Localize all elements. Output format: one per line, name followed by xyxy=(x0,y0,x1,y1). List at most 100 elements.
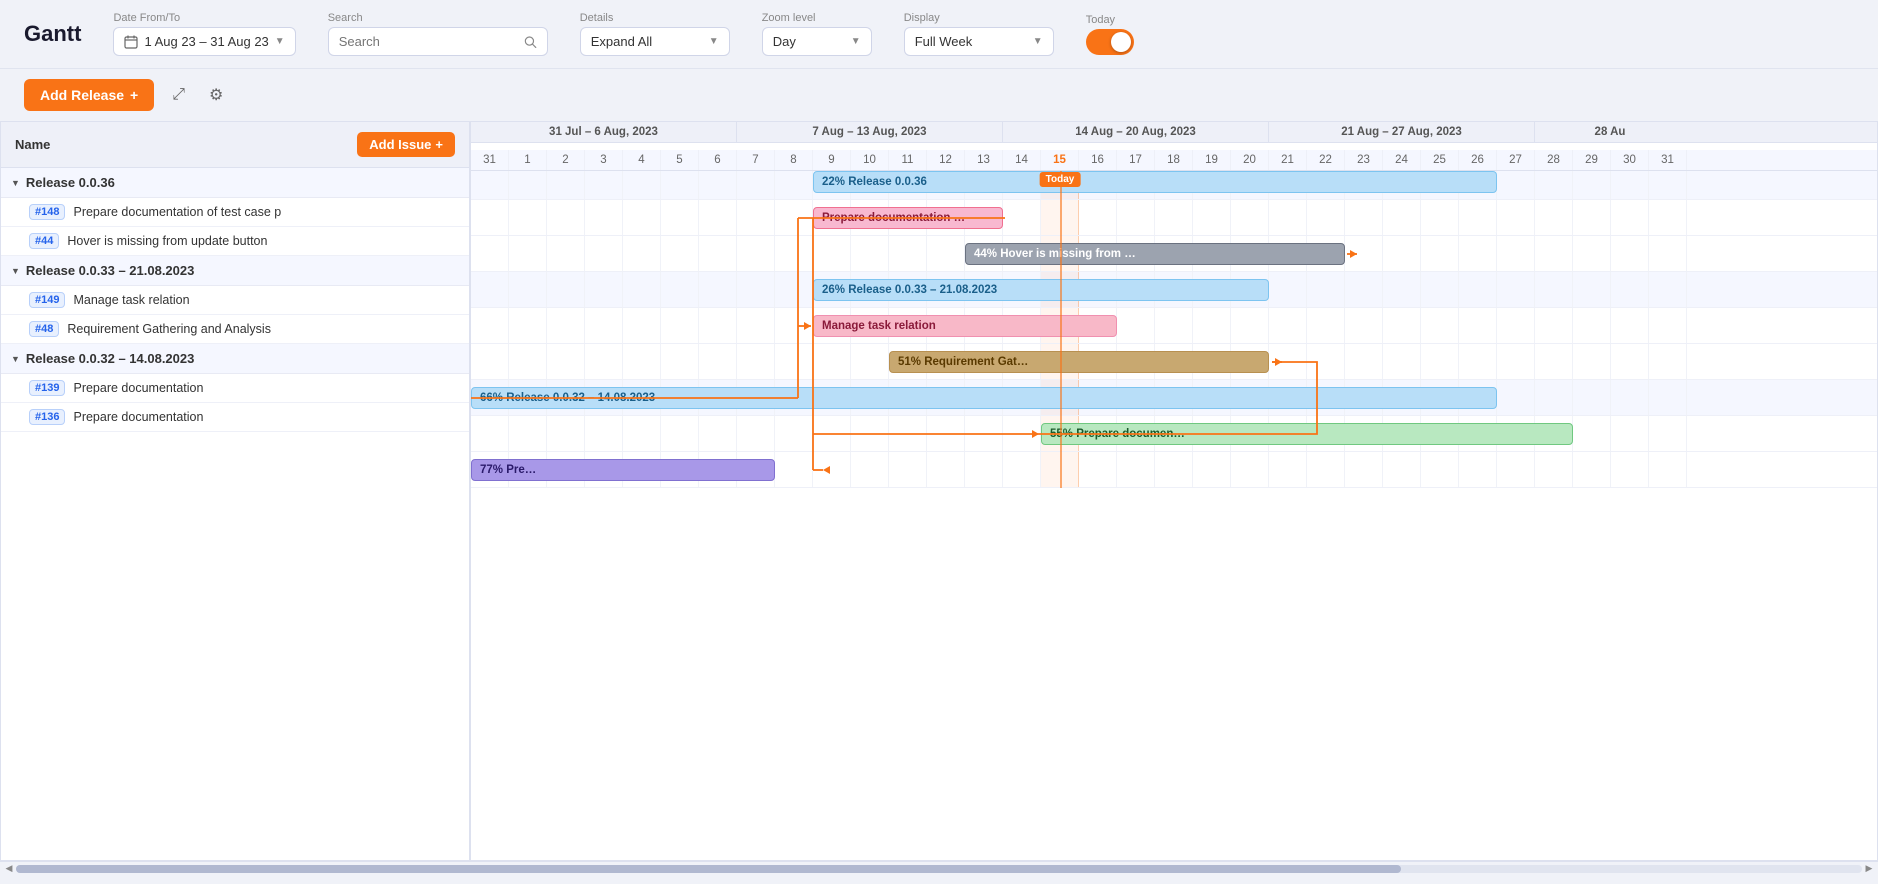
day-col-7 xyxy=(737,308,775,343)
zoom-value: Day xyxy=(773,34,796,49)
date-picker[interactable]: 1 Aug 23 – 31 Aug 23 ▼ xyxy=(113,27,295,56)
week-cell-1: 31 Jul – 6 Aug, 2023 xyxy=(471,122,737,142)
day-col-2 xyxy=(547,236,585,271)
chart-row-1 xyxy=(471,200,1877,236)
toolbar: Add Release + ⤢ ⚙ xyxy=(0,69,1878,121)
day-col-8 xyxy=(775,452,813,487)
day-col-12 xyxy=(927,416,965,451)
search-input[interactable] xyxy=(339,34,518,49)
day-cell-13: 12 xyxy=(927,150,965,170)
release-title-032: Release 0.0.32 – 14.08.2023 xyxy=(26,351,194,366)
today-toggle[interactable] xyxy=(1086,29,1134,55)
day-col-29 xyxy=(1573,452,1611,487)
day-col-29 xyxy=(1573,272,1611,307)
week-label-2: 7 Aug – 13 Aug, 2023 xyxy=(812,126,926,138)
day-cell-24: 23 xyxy=(1345,150,1383,170)
day-col-16 xyxy=(1079,200,1117,235)
day-col-0 xyxy=(471,200,509,235)
day-col-5 xyxy=(661,236,699,271)
day-cell-17: 16 xyxy=(1079,150,1117,170)
display-group: Display Full Week ▼ xyxy=(904,12,1054,56)
collapse-triangle-036: ▼ xyxy=(11,178,20,188)
day-col-27 xyxy=(1497,272,1535,307)
date-label: Date From/To xyxy=(113,12,295,24)
day-cell-20: 19 xyxy=(1193,150,1231,170)
day-col-19 xyxy=(1193,452,1231,487)
day-col-27 xyxy=(1497,200,1535,235)
details-dropdown[interactable]: Expand All ▼ xyxy=(580,27,730,56)
gantt-container: Name Add Issue + ▼ Release 0.0.36 #148 P… xyxy=(0,121,1878,861)
day-col-20 xyxy=(1231,308,1269,343)
gantt-bar-row6[interactable]: 66% Release 0.0.32 – 14.08.2023 xyxy=(471,387,1497,409)
day-col-24 xyxy=(1383,344,1421,379)
gantt-bar-row7[interactable]: 55% Prepare documen… xyxy=(1041,423,1573,445)
day-col-5 xyxy=(661,200,699,235)
day-col-2 xyxy=(547,272,585,307)
search-icon xyxy=(524,35,537,49)
day-col-30 xyxy=(1611,308,1649,343)
day-col-6 xyxy=(699,200,737,235)
day-col-4 xyxy=(623,416,661,451)
day-col-2 xyxy=(547,344,585,379)
toggle-knob xyxy=(1111,32,1131,52)
gantt-bar-row4[interactable]: Manage task relation xyxy=(813,315,1117,337)
day-col-11 xyxy=(889,416,927,451)
scrollbar-thumb[interactable] xyxy=(16,865,1401,873)
day-col-22 xyxy=(1307,308,1345,343)
expand-icon[interactable]: ⤢ xyxy=(166,80,191,110)
release-row-033[interactable]: ▼ Release 0.0.33 – 21.08.2023 xyxy=(1,256,469,286)
day-col-28 xyxy=(1535,308,1573,343)
scrollbar-track[interactable] xyxy=(16,865,1862,873)
gantt-bar-row1[interactable]: Prepare documentation … xyxy=(813,207,1003,229)
day-col-27 xyxy=(1497,380,1535,415)
gantt-bar-row3[interactable]: 26% Release 0.0.33 – 21.08.2023 xyxy=(813,279,1269,301)
issue-badge-149: #149 xyxy=(29,292,65,308)
day-col-31 xyxy=(1649,416,1687,451)
settings-icon[interactable]: ⚙ xyxy=(203,79,229,111)
issue-badge-44: #44 xyxy=(29,233,59,249)
day-col-25 xyxy=(1421,308,1459,343)
day-cell-26: 25 xyxy=(1421,150,1459,170)
search-box[interactable] xyxy=(328,27,548,56)
day-col-28 xyxy=(1535,272,1573,307)
day-col-30 xyxy=(1611,344,1649,379)
gantt-bar-row0[interactable]: 22% Release 0.0.36 xyxy=(813,171,1497,193)
day-col-0 xyxy=(471,236,509,271)
add-issue-button[interactable]: Add Issue + xyxy=(357,132,455,157)
scroll-right-arrow[interactable]: ▶ xyxy=(1862,862,1876,876)
day-col-12 xyxy=(927,452,965,487)
day-col-8 xyxy=(775,308,813,343)
day-cell-23: 22 xyxy=(1307,150,1345,170)
day-col-20 xyxy=(1231,452,1269,487)
gantt-bar-row8[interactable]: 77% Pre… xyxy=(471,459,775,481)
day-col-24 xyxy=(1383,308,1421,343)
chart-panel[interactable]: 31 Jul – 6 Aug, 2023 7 Aug – 13 Aug, 202… xyxy=(471,122,1877,860)
gantt-bar-row5[interactable]: 51% Requirement Gat… xyxy=(889,351,1269,373)
chart-row-4 xyxy=(471,308,1877,344)
gantt-bar-row2[interactable]: 44% Hover is missing from … xyxy=(965,243,1345,265)
day-col-27 xyxy=(1497,236,1535,271)
day-col-7 xyxy=(737,344,775,379)
add-release-button[interactable]: Add Release + xyxy=(24,79,154,111)
release-row-032[interactable]: ▼ Release 0.0.32 – 14.08.2023 xyxy=(1,344,469,374)
display-label: Display xyxy=(904,12,1054,24)
day-col-17 xyxy=(1117,452,1155,487)
display-dropdown[interactable]: Full Week ▼ xyxy=(904,27,1054,56)
issue-row-48: #48 Requirement Gathering and Analysis xyxy=(1,315,469,344)
zoom-dropdown[interactable]: Day ▼ xyxy=(762,27,872,56)
day-col-25 xyxy=(1421,200,1459,235)
day-col-31 xyxy=(1649,380,1687,415)
day-col-3 xyxy=(585,236,623,271)
release-row-036[interactable]: ▼ Release 0.0.36 xyxy=(1,168,469,198)
day-col-10 xyxy=(851,452,889,487)
day-col-12 xyxy=(927,236,965,271)
day-col-22 xyxy=(1307,344,1345,379)
day-col-11 xyxy=(889,236,927,271)
day-cell-18: 17 xyxy=(1117,150,1155,170)
issue-row-148: #148 Prepare documentation of test case … xyxy=(1,198,469,227)
issue-badge-48: #48 xyxy=(29,321,59,337)
day-col-3 xyxy=(585,308,623,343)
day-col-27 xyxy=(1497,308,1535,343)
week-label-5: 28 Au xyxy=(1595,126,1626,138)
scroll-left-arrow[interactable]: ◀ xyxy=(2,862,16,876)
